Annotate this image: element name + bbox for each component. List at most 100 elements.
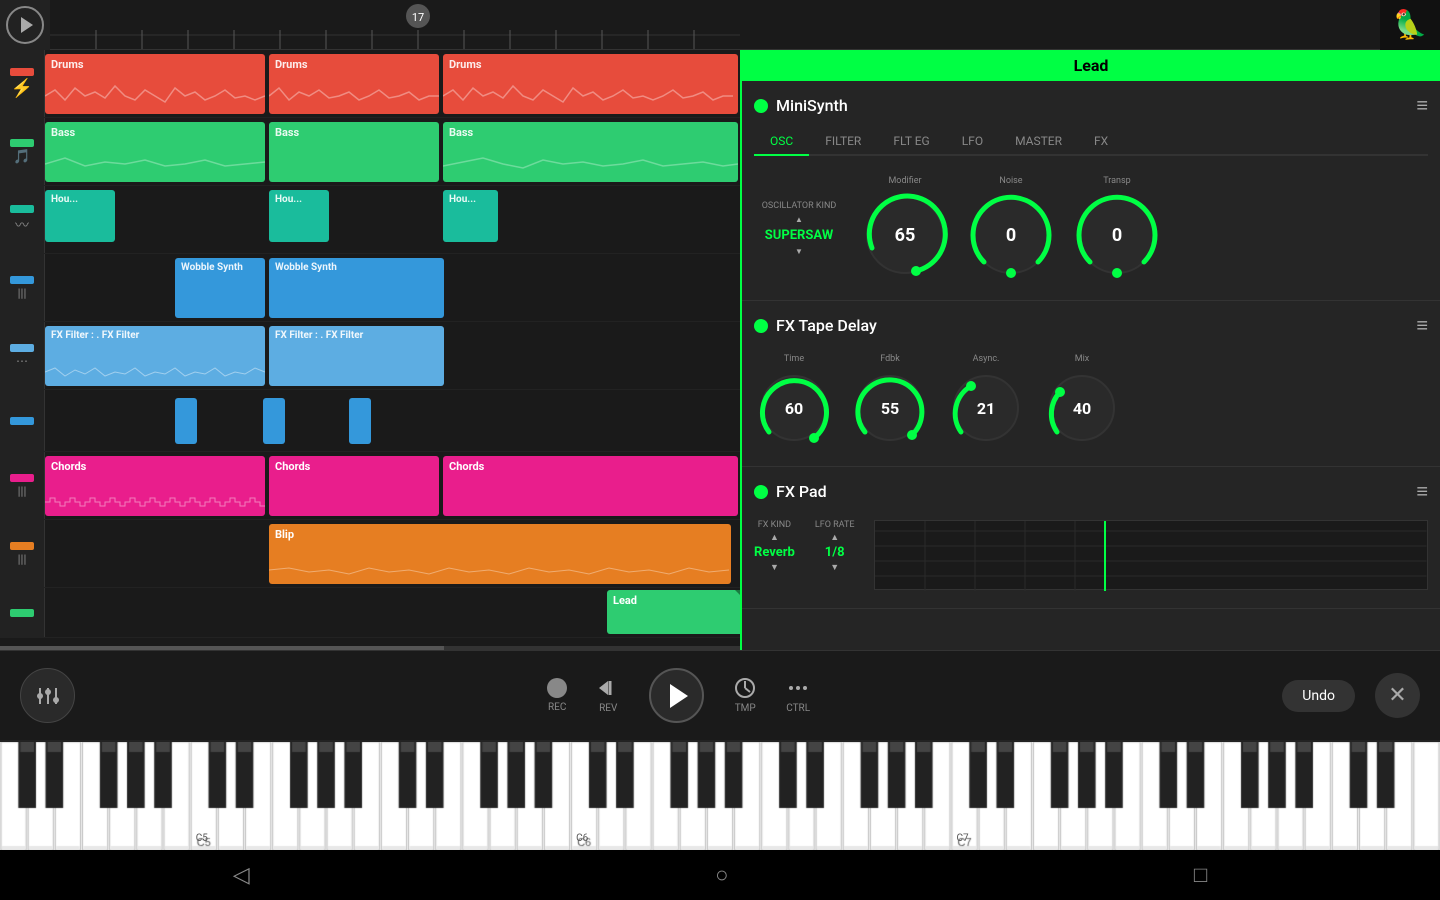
track-block[interactable]: Hou...: [269, 190, 329, 242]
track-block[interactable]: [175, 398, 197, 444]
track-block[interactable]: Wobble Synth: [175, 258, 265, 318]
track-content-small[interactable]: [45, 390, 740, 451]
ctrl-icon: [787, 677, 809, 699]
osc-tabs: OSC FILTER FLT EG LFO MASTER FX: [754, 128, 1428, 156]
osc-up-arrow[interactable]: ▲: [795, 215, 803, 224]
wobble-icon: |||: [18, 286, 27, 300]
block-label: Wobble Synth: [181, 262, 243, 273]
tmp-button[interactable]: TMP: [734, 677, 756, 714]
tab-fx[interactable]: FX: [1078, 128, 1124, 156]
mix-knob[interactable]: 40: [1042, 368, 1122, 448]
transp-knob-svg: 0: [1072, 190, 1162, 280]
drum-icon: ⚡: [11, 78, 33, 99]
transp-label: Transp: [1103, 176, 1130, 186]
back-button[interactable]: ◁: [233, 863, 250, 888]
osc-down-arrow[interactable]: ▼: [795, 247, 803, 256]
tab-osc[interactable]: OSC: [754, 128, 809, 156]
track-block[interactable]: Wobble Synth: [269, 258, 444, 318]
track-block[interactable]: [349, 398, 371, 444]
piano-keyboard[interactable]: // We'll draw white keys in the actual s…: [0, 740, 1440, 850]
top-play-button[interactable]: [0, 0, 50, 50]
fxtapedelay-active-dot[interactable]: [754, 319, 768, 333]
fxpad-grid[interactable]: [874, 520, 1428, 590]
track-block[interactable]: Bass: [443, 122, 738, 182]
rev-icon: [597, 677, 619, 699]
home-button[interactable]: ○: [715, 862, 728, 888]
track-block[interactable]: Chords: [269, 456, 439, 516]
fxtapedelay-menu-button[interactable]: ≡: [1416, 313, 1428, 338]
timeline-bar[interactable]: 17: [50, 0, 1380, 49]
track-block[interactable]: Bass: [269, 122, 439, 182]
bird-button[interactable]: 🦜: [1380, 0, 1440, 50]
track-block[interactable]: Hou...: [45, 190, 115, 242]
svg-text:21: 21: [977, 399, 995, 418]
close-button[interactable]: ✕: [1375, 673, 1420, 718]
mixer-button[interactable]: [20, 668, 75, 723]
track-block[interactable]: Bass: [45, 122, 265, 182]
fxkind-down-arrow[interactable]: ▼: [770, 562, 779, 573]
track-color-chords: [10, 474, 34, 482]
fdbk-knob[interactable]: 55: [850, 368, 930, 448]
async-knob-svg: 21: [946, 368, 1026, 448]
track-list: ⚡ Drums Drums: [0, 50, 740, 650]
modifier-knob-svg: 65: [860, 190, 950, 280]
tab-master[interactable]: MASTER: [999, 128, 1078, 156]
tab-filter[interactable]: FILTER: [809, 128, 877, 156]
svg-text:0: 0: [1112, 225, 1122, 246]
track-content-house[interactable]: Hou... Hou... Hou...: [45, 186, 740, 253]
lforate-down-arrow[interactable]: ▼: [830, 562, 839, 573]
undo-button[interactable]: Undo: [1282, 680, 1355, 712]
track-content-wobble[interactable]: Wobble Synth Wobble Synth: [45, 254, 740, 321]
track-content-fxfilter[interactable]: FX Filter : . FX Filter FX Filter : . FX…: [45, 322, 740, 389]
minisynth-menu-button[interactable]: ≡: [1416, 93, 1428, 118]
fxpad-active-dot[interactable]: [754, 485, 768, 499]
time-knob[interactable]: 60: [754, 368, 834, 448]
modifier-knob[interactable]: 65: [860, 190, 950, 280]
track-block[interactable]: Chords: [443, 456, 738, 516]
transp-knob[interactable]: 0: [1072, 190, 1162, 280]
noise-knob[interactable]: 0: [966, 190, 1056, 280]
track-block[interactable]: FX Filter : . FX Filter: [269, 326, 444, 386]
track-block[interactable]: Chords: [45, 456, 265, 516]
track-content-lead[interactable]: Lead: [45, 588, 740, 637]
track-block[interactable]: FX Filter : . FX Filter: [45, 326, 265, 386]
async-knob[interactable]: 21: [946, 368, 1026, 448]
block-label: Hou...: [51, 194, 78, 205]
track-block[interactable]: [263, 398, 285, 444]
osc-kind-label: OSCILLATOR KIND: [762, 201, 837, 211]
modifier-label: Modifier: [888, 176, 921, 186]
recents-button[interactable]: □: [1194, 862, 1207, 888]
fxkind-up-arrow[interactable]: ▲: [770, 532, 779, 543]
play-pause-button[interactable]: [649, 668, 704, 723]
track-row: ⋯ FX Filter : . FX Filter FX Filter : . …: [0, 322, 740, 390]
fxpad-menu-button[interactable]: ≡: [1416, 479, 1428, 504]
block-label: Wobble Synth: [275, 262, 337, 273]
track-color-drums: [10, 68, 34, 76]
tab-flteg[interactable]: FLT EG: [877, 128, 945, 156]
track-content-bass[interactable]: Bass Bass Bass: [45, 118, 740, 185]
track-color-wobble: [10, 276, 34, 284]
fdbk-group: Fdbk 55: [850, 354, 930, 448]
ctrl-button[interactable]: CTRL: [786, 677, 810, 714]
rec-button[interactable]: REC: [547, 678, 567, 713]
block-label: Chords: [51, 460, 86, 473]
track-block[interactable]: Drums: [269, 54, 439, 114]
track-block[interactable]: Blip: [269, 524, 731, 584]
minisynth-active-dot[interactable]: [754, 99, 768, 113]
lforate-up-arrow[interactable]: ▲: [830, 532, 839, 543]
track-content-drums[interactable]: Drums Drums: [45, 50, 740, 117]
track-block[interactable]: Drums: [443, 54, 738, 114]
synth-modules-scroll[interactable]: MiniSynth ≡ OSC FILTER FLT EG LFO MASTER…: [742, 81, 1440, 650]
noise-label: Noise: [999, 176, 1022, 186]
track-content-chords[interactable]: Chords Chords Chords: [45, 452, 740, 519]
track-block[interactable]: Lead: [607, 590, 740, 634]
transport-center: REC REV TMP: [547, 668, 810, 723]
piano-canvas[interactable]: [0, 742, 1440, 850]
track-block[interactable]: Drums: [45, 54, 265, 114]
tab-lfo[interactable]: LFO: [946, 128, 999, 156]
track-color-fxfilter: [10, 344, 34, 352]
rev-button[interactable]: REV: [597, 677, 619, 714]
fxpad-title: FX Pad: [776, 482, 827, 501]
track-content-blip[interactable]: Blip: [45, 520, 740, 587]
track-block[interactable]: Hou...: [443, 190, 498, 242]
